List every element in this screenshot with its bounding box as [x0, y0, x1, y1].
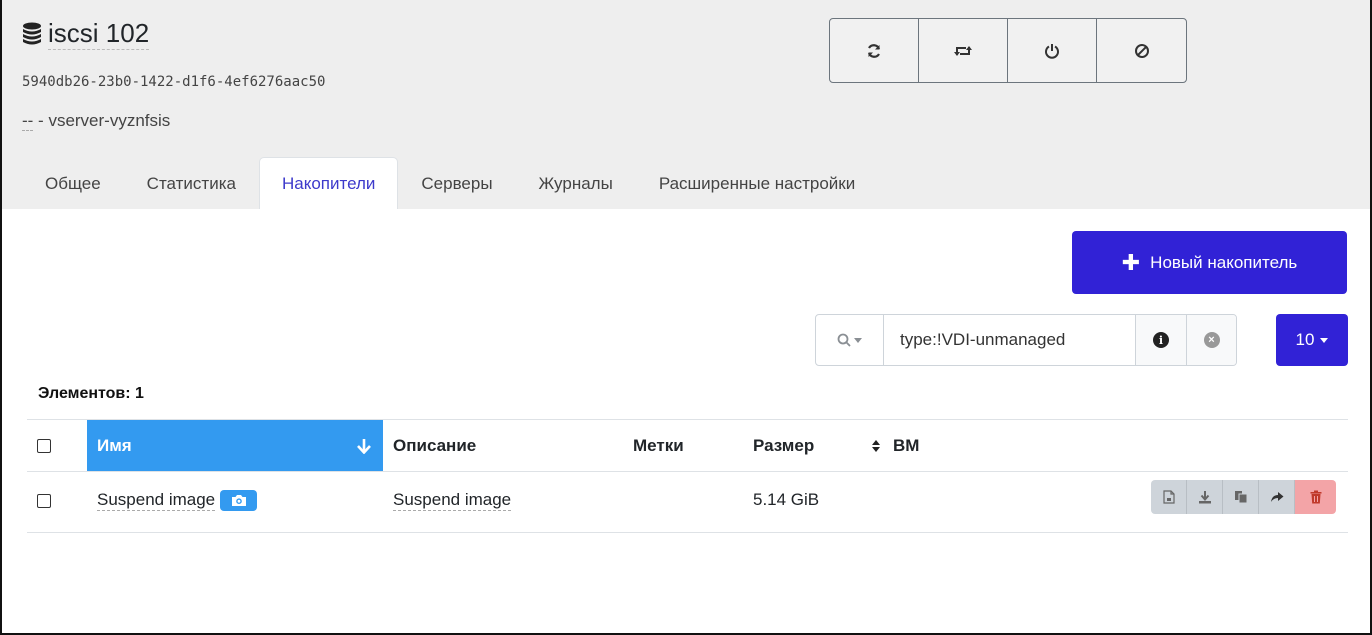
sr-actions	[829, 18, 1187, 83]
camera-icon	[231, 495, 246, 506]
download-icon	[1198, 491, 1211, 504]
sr-name[interactable]: iscsi 102	[48, 18, 150, 50]
chevron-down-icon	[1320, 337, 1329, 343]
chevron-down-icon	[854, 337, 862, 343]
rescan-button[interactable]	[830, 19, 919, 82]
export-button[interactable]	[1151, 480, 1187, 514]
row-size-cell: 5.14 GiB	[743, 472, 893, 532]
container-separator: -	[33, 111, 49, 130]
info-icon: i	[1153, 332, 1169, 348]
trash-icon	[1310, 490, 1321, 504]
column-name-header[interactable]: Имя	[87, 420, 383, 471]
row-name-cell: Suspend image	[87, 472, 383, 532]
container-pool-link[interactable]: --	[22, 111, 34, 131]
snapshot-badge	[220, 490, 258, 511]
tab-advanced[interactable]: Расширенные настройки	[636, 157, 878, 209]
tab-general[interactable]: Общее	[22, 157, 124, 209]
disconnect-button[interactable]	[1008, 19, 1097, 82]
search-icon	[837, 333, 851, 347]
filter-input[interactable]	[884, 315, 1136, 365]
share-icon	[1270, 492, 1283, 502]
sort-icon	[872, 439, 880, 452]
new-disk-button[interactable]: ✚ Новый накопитель	[1072, 231, 1347, 294]
page-size-value: 10	[1295, 330, 1315, 349]
page-title: iscsi 102	[22, 18, 150, 50]
refresh-icon	[867, 43, 881, 58]
filter-group: i ×	[815, 314, 1237, 366]
column-tags-header: Метки	[633, 435, 684, 455]
row-checkbox[interactable]	[37, 494, 51, 508]
select-all-cell	[27, 420, 87, 471]
row-select-cell	[27, 472, 87, 532]
tab-logs[interactable]: Журналы	[516, 157, 636, 209]
reconnect-button[interactable]	[919, 19, 1008, 82]
page-size-dropdown[interactable]: 10	[1276, 314, 1348, 366]
column-vm-header: ВМ	[893, 435, 920, 455]
sr-container: -- - vserver-vyznfsis	[22, 111, 170, 131]
download-button[interactable]	[1187, 480, 1223, 514]
tab-hosts[interactable]: Серверы	[398, 157, 515, 209]
row-name[interactable]: Suspend image	[97, 490, 216, 511]
table-row: Suspend image Suspend image 5.14 GiB	[27, 472, 1348, 533]
database-icon	[23, 22, 41, 45]
column-size-header[interactable]: Размер	[743, 420, 893, 471]
row-description-cell: Suspend image	[383, 472, 623, 532]
row-description[interactable]: Suspend image	[393, 490, 512, 511]
copy-button[interactable]	[1223, 480, 1259, 514]
sr-tabs: Общее Статистика Накопители Серверы Журн…	[22, 157, 878, 209]
container-host-link[interactable]: vserver-vyznfsis	[48, 111, 170, 130]
forget-icon	[1134, 43, 1149, 58]
tab-stats[interactable]: Статистика	[124, 157, 259, 209]
filter-help-button[interactable]: i	[1136, 315, 1186, 365]
select-all-checkbox[interactable]	[37, 438, 51, 453]
delete-button[interactable]	[1295, 480, 1336, 514]
copy-icon	[1234, 491, 1247, 504]
column-name-label: Имя	[97, 435, 132, 455]
column-size-label: Размер	[753, 435, 815, 455]
clear-icon: ×	[1203, 332, 1220, 348]
sort-desc-icon	[357, 438, 371, 454]
row-actions	[1151, 480, 1336, 514]
file-export-icon	[1162, 490, 1175, 504]
column-description-header[interactable]: Описание	[383, 420, 623, 471]
table-header: Имя Описание Метки Размер ВМ	[27, 419, 1348, 472]
disks-table: Имя Описание Метки Размер ВМ Suspend ima…	[27, 419, 1348, 533]
filter-search-dropdown[interactable]	[816, 315, 884, 365]
filter-clear-button[interactable]: ×	[1186, 315, 1236, 365]
power-icon	[1045, 43, 1059, 59]
forget-button[interactable]	[1097, 19, 1186, 82]
new-disk-label: Новый накопитель	[1150, 252, 1298, 272]
retweet-icon	[954, 45, 972, 56]
tab-disks[interactable]: Накопители	[258, 157, 399, 209]
plus-icon: ✚	[1121, 249, 1141, 275]
row-tags-cell	[623, 472, 743, 532]
sr-header: iscsi 102 5940db26-23b0-1422-d1f6-4ef627…	[2, 0, 1370, 209]
row-size: 5.14 GiB	[753, 490, 820, 509]
sr-uuid: 5940db26-23b0-1422-d1f6-4ef6276aac50	[22, 74, 326, 90]
migrate-button[interactable]	[1259, 480, 1295, 514]
items-count: Элементов: 1	[38, 385, 144, 402]
